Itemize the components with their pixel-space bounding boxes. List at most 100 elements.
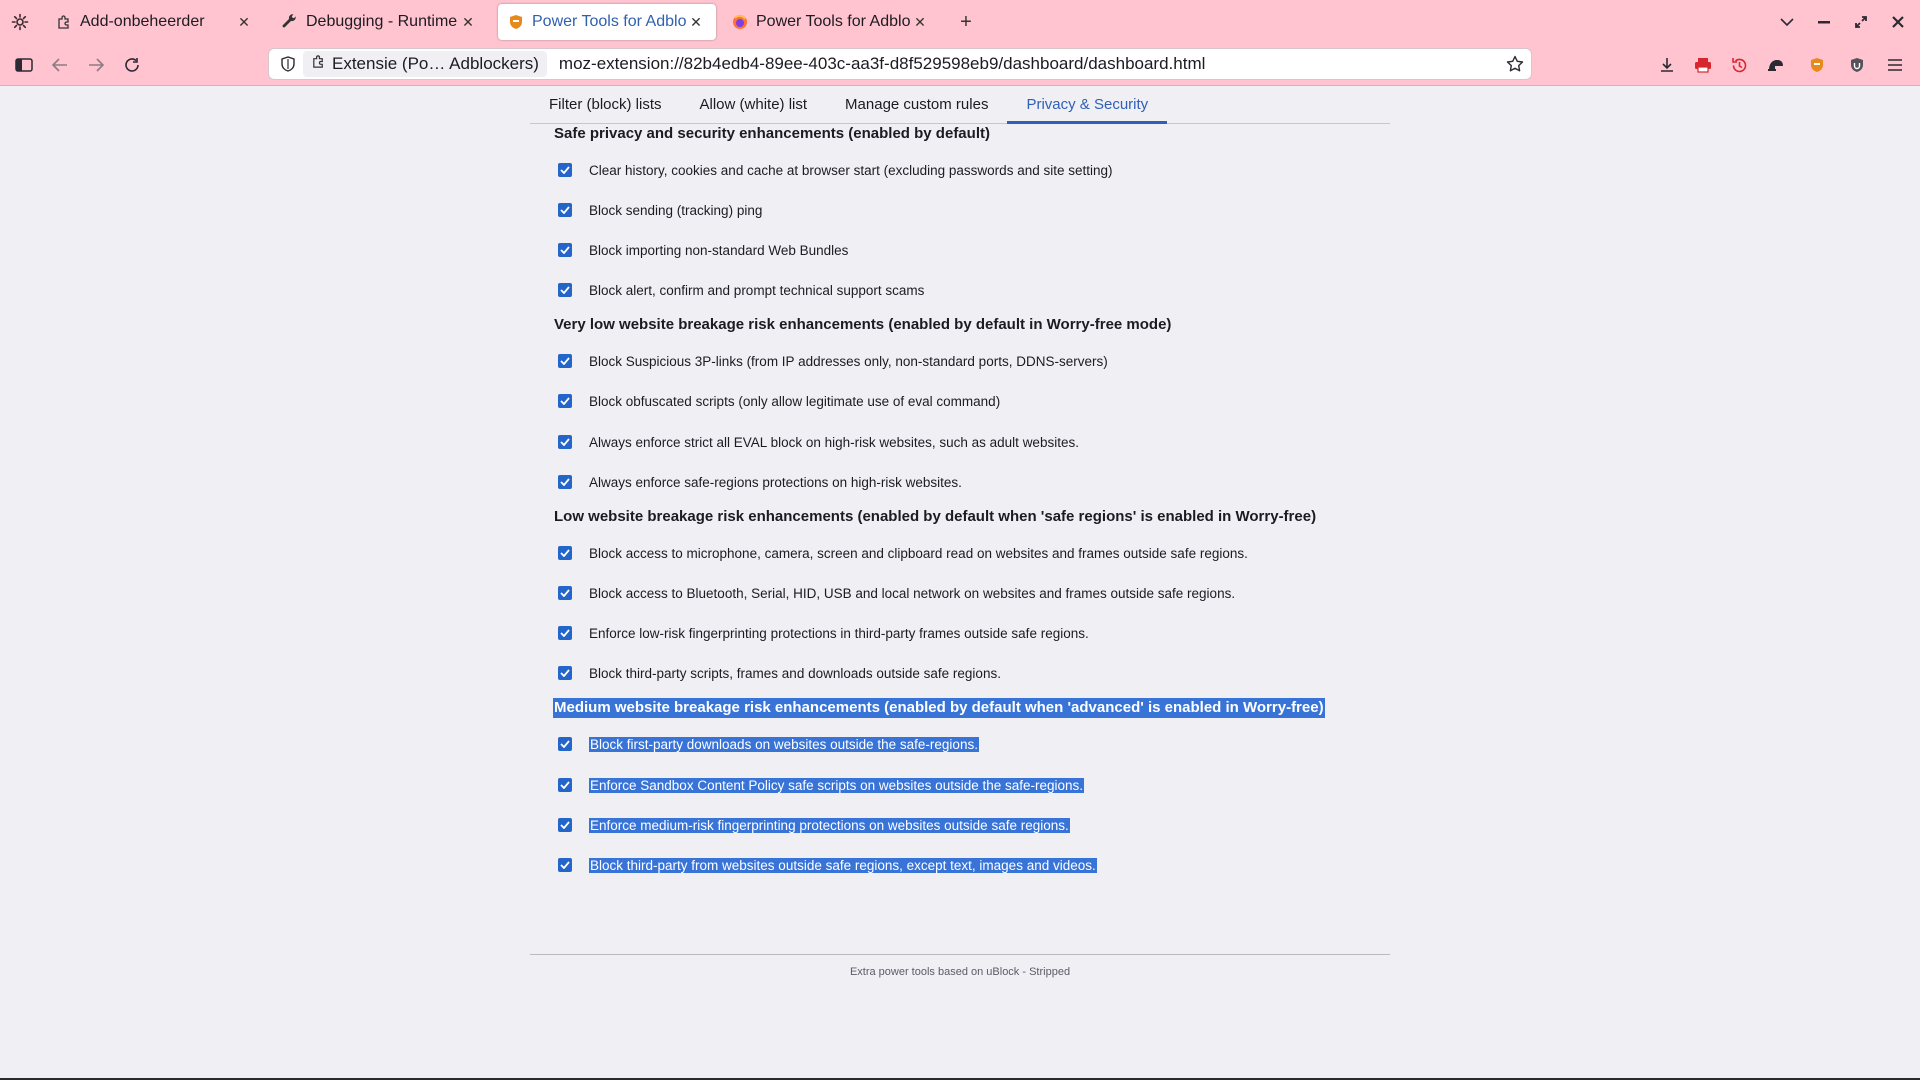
dashboard: Filter (block) lists Allow (white) list …: [530, 86, 1390, 1080]
section-heading-medium: Medium website breakage risk enhancement…: [553, 698, 1325, 718]
option-block-ping[interactable]: Block sending (tracking) ping: [558, 199, 762, 221]
option-label: Block third-party scripts, frames and do…: [589, 665, 1001, 681]
option-safe-regions-high-risk[interactable]: Always enforce safe-regions protections …: [558, 471, 962, 493]
option-label: Block obfuscated scripts (only allow leg…: [589, 393, 1001, 409]
option-label: Block access to microphone, camera, scre…: [589, 545, 1248, 561]
checkbox-checked-icon[interactable]: [558, 626, 572, 640]
checkbox-checked-icon[interactable]: [558, 666, 572, 680]
option-block-web-bundles[interactable]: Block importing non-standard Web Bundles: [558, 239, 848, 261]
hamburger-menu-icon[interactable]: [1883, 53, 1907, 77]
option-clear-history[interactable]: Clear history, cookies and cache at brow…: [558, 159, 1113, 181]
forward-arrow-icon[interactable]: [84, 53, 108, 77]
checkbox-checked-icon[interactable]: [558, 475, 572, 489]
wrench-icon: [282, 14, 298, 30]
section-heading-low: Low website breakage risk enhancements (…: [554, 508, 1317, 525]
option-sandbox-content-policy[interactable]: Enforce Sandbox Content Policy safe scri…: [558, 774, 1085, 796]
close-window-icon[interactable]: [1879, 0, 1916, 44]
option-block-bluetooth[interactable]: Block access to Bluetooth, Serial, HID, …: [558, 582, 1235, 604]
tab-title: Power Tools for Adbloc: [756, 13, 910, 30]
checkbox-checked-icon[interactable]: [558, 435, 572, 449]
reload-icon[interactable]: [120, 53, 144, 77]
option-label: Block Suspicious 3P-links (from IP addre…: [589, 353, 1108, 369]
tab-filter-lists[interactable]: Filter (block) lists: [530, 86, 681, 123]
checkbox-checked-icon[interactable]: [558, 737, 572, 751]
option-label: Always enforce safe-regions protections …: [589, 474, 962, 490]
tab-power-tools-2[interactable]: Power Tools for Adbloc ✕: [722, 4, 940, 40]
close-icon[interactable]: ✕: [910, 12, 930, 32]
option-label: Enforce Sandbox Content Policy safe scri…: [589, 777, 1085, 793]
history-icon[interactable]: [1727, 53, 1751, 77]
checkbox-checked-icon[interactable]: [558, 203, 572, 217]
option-label: Block sending (tracking) ping: [589, 202, 763, 218]
tab-custom-rules[interactable]: Manage custom rules: [826, 86, 1007, 123]
option-strict-eval[interactable]: Always enforce strict all EVAL block on …: [558, 431, 1079, 453]
dashboard-tabs: Filter (block) lists Allow (white) list …: [530, 86, 1390, 124]
checkbox-checked-icon[interactable]: [558, 354, 572, 368]
list-all-tabs-chevron-icon[interactable]: [1768, 0, 1805, 44]
option-label: Block importing non-standard Web Bundles: [589, 242, 849, 258]
option-block-microphone[interactable]: Block access to microphone, camera, scre…: [558, 542, 1248, 564]
url-text[interactable]: moz-extension://82b4edb4-89ee-403c-aa3f-…: [559, 54, 1205, 74]
option-label: Block alert, confirm and prompt technica…: [589, 282, 925, 298]
option-label: Block third-party from websites outside …: [589, 857, 1097, 873]
tab-title: Power Tools for Adbloc: [532, 13, 686, 30]
tab-privacy-security[interactable]: Privacy & Security: [1007, 86, 1168, 124]
power-tools-extension-icon[interactable]: [1805, 53, 1829, 77]
minimize-icon[interactable]: [1805, 0, 1842, 44]
bookmark-star-icon[interactable]: [1505, 54, 1525, 74]
option-block-alert-scams[interactable]: Block alert, confirm and prompt technica…: [558, 279, 924, 301]
option-label: Block access to Bluetooth, Serial, HID, …: [589, 585, 1236, 601]
checkbox-checked-icon[interactable]: [558, 818, 572, 832]
close-icon[interactable]: ✕: [234, 12, 254, 32]
option-block-third-party-scripts[interactable]: Block third-party scripts, frames and do…: [558, 662, 1001, 684]
checkbox-checked-icon[interactable]: [558, 546, 572, 560]
option-block-third-party-except-media[interactable]: Block third-party from websites outside …: [558, 854, 1097, 876]
downloads-icon[interactable]: [1655, 53, 1679, 77]
checkbox-checked-icon[interactable]: [558, 163, 572, 177]
checkbox-checked-icon[interactable]: [558, 586, 572, 600]
checkbox-checked-icon[interactable]: [558, 778, 572, 792]
url-bar[interactable]: Extensie (Po… Adblockers) moz-extension:…: [268, 48, 1532, 80]
print-icon[interactable]: [1691, 53, 1715, 77]
identity-box[interactable]: Extensie (Po… Adblockers): [303, 51, 547, 77]
option-label: Enforce medium-risk fingerprinting prote…: [589, 817, 1070, 833]
section-heading-safe: Safe privacy and security enhancements (…: [554, 125, 990, 142]
navigation-toolbar: Extensie (Po… Adblockers) moz-extension:…: [0, 44, 1920, 86]
firefox-icon: [732, 14, 748, 30]
footer-divider: [530, 954, 1390, 955]
option-label: Clear history, cookies and cache at brow…: [589, 162, 1113, 178]
sidebar-toggle-icon[interactable]: [12, 53, 36, 77]
checkbox-checked-icon[interactable]: [558, 858, 572, 872]
restore-icon[interactable]: [1842, 0, 1879, 44]
extension-hat-icon[interactable]: [1764, 53, 1788, 77]
puzzle-icon: [56, 14, 72, 30]
new-tab-plus-icon[interactable]: +: [952, 8, 980, 36]
option-label: Always enforce strict all EVAL block on …: [589, 434, 1079, 450]
close-icon[interactable]: ✕: [686, 12, 706, 32]
option-block-3p-links[interactable]: Block Suspicious 3P-links (from IP addre…: [558, 350, 1108, 372]
option-block-first-party-downloads[interactable]: Block first-party downloads on websites …: [558, 733, 979, 755]
tab-allow-list[interactable]: Allow (white) list: [681, 86, 827, 123]
puzzle-icon: [311, 54, 326, 74]
tab-debugging[interactable]: Debugging - Runtime / ✕: [272, 4, 488, 40]
tab-addon-manager[interactable]: Add-onbeheerder ✕: [46, 4, 264, 40]
checkbox-checked-icon[interactable]: [558, 243, 572, 257]
tracking-protection-shield-icon[interactable]: [273, 49, 303, 79]
tab-strip: Add-onbeheerder ✕ Debugging - Runtime / …: [0, 0, 1920, 44]
firefox-view-gear-icon[interactable]: [0, 0, 40, 44]
option-low-risk-fingerprinting[interactable]: Enforce low-risk fingerprinting protecti…: [558, 622, 1089, 644]
back-arrow-icon[interactable]: [48, 53, 72, 77]
footer-text: Extra power tools based on uBlock - Stri…: [849, 966, 1071, 978]
shield-extension-icon: [508, 14, 524, 30]
option-label: Block first-party downloads on websites …: [589, 736, 979, 752]
identity-label: Extensie (Po… Adblockers): [332, 54, 539, 73]
checkbox-checked-icon[interactable]: [558, 394, 572, 408]
tab-title: Add-onbeheerder: [80, 13, 205, 30]
close-icon[interactable]: ✕: [458, 12, 478, 32]
checkbox-checked-icon[interactable]: [558, 283, 572, 297]
tab-power-tools-active[interactable]: Power Tools for Adbloc ✕: [498, 4, 716, 40]
option-block-obfuscated[interactable]: Block obfuscated scripts (only allow leg…: [558, 390, 1000, 412]
ublock-shield-icon[interactable]: [1845, 53, 1869, 77]
tab-title: Debugging - Runtime /: [306, 13, 458, 30]
option-medium-risk-fingerprinting[interactable]: Enforce medium-risk fingerprinting prote…: [558, 814, 1070, 836]
